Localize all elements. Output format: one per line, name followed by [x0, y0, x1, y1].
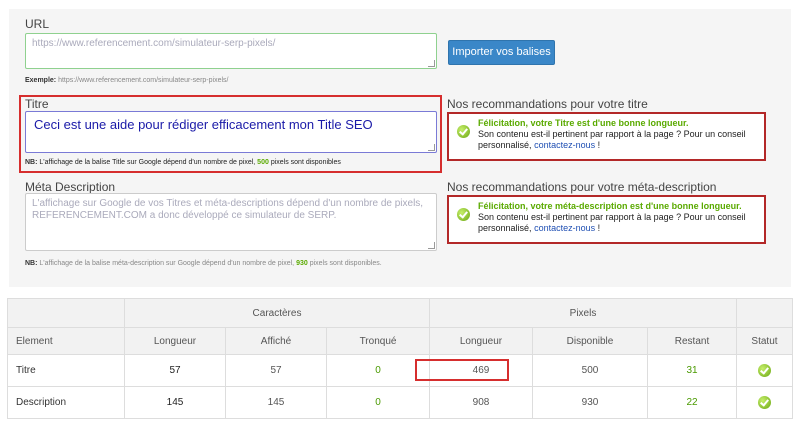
col-char-truncated: Tronqué: [326, 327, 430, 355]
check-icon: [758, 364, 771, 377]
meta-available-pixels: 930: [296, 260, 308, 267]
note-text: L'affichage de la balise Title sur Googl…: [39, 159, 256, 166]
col-char-displayed: Affiché: [225, 327, 327, 355]
note-text: L'affichage de la balise méta-descriptio…: [39, 260, 295, 267]
recommendation-strong: Félicitation, votre Titre est d'une bonn…: [478, 118, 689, 128]
note-suffix: pixels sont disponibles.: [309, 260, 382, 267]
row-status: [736, 386, 793, 419]
recommendation-text: Son contenu est-il pertinent par rapport…: [478, 129, 746, 150]
meta-label: Méta Description: [25, 180, 116, 194]
col-px-available: Disponible: [532, 327, 648, 355]
meta-description-input[interactable]: L'affichage sur Google de vos Titres et …: [25, 193, 437, 251]
recommendation-end: !: [595, 140, 601, 150]
title-label: Titre: [25, 97, 49, 111]
example-label: Exemple:: [25, 77, 57, 84]
check-icon: [758, 396, 771, 409]
title-input[interactable]: Ceci est une aide pour rédiger efficacem…: [25, 111, 437, 153]
example-value: https://www.referencement.com/simulateur…: [58, 77, 229, 84]
px-available: 930: [532, 386, 648, 419]
char-displayed: 57: [225, 354, 327, 387]
col-element: Element: [7, 327, 125, 355]
char-truncated: 0: [326, 386, 430, 419]
col-px-remaining: Restant: [647, 327, 737, 355]
table-group-empty: [7, 298, 125, 328]
char-displayed: 145: [225, 386, 327, 419]
recommendation-strong: Félicitation, votre méta-description est…: [478, 201, 742, 211]
meta-note: NB: L'affichage de la balise méta-descri…: [25, 260, 382, 267]
recommendation-text: Son contenu est-il pertinent par rapport…: [478, 212, 746, 233]
title-note: NB: L'affichage de la balise Title sur G…: [25, 159, 341, 166]
row-element: Description: [7, 386, 125, 419]
px-remaining: 22: [647, 386, 737, 419]
url-example: Exemple: https://www.referencement.com/s…: [25, 77, 228, 84]
title-recommendation-box: Félicitation, votre Titre est d'une bonn…: [447, 112, 766, 161]
col-px-length: Longueur: [429, 327, 533, 355]
contact-link[interactable]: contactez-nous: [534, 223, 595, 233]
row-element: Titre: [7, 354, 125, 387]
import-tags-button[interactable]: Importer vos balises: [448, 40, 555, 65]
note-prefix: NB:: [25, 159, 38, 166]
results-table: Caractères Pixels Element Longueur Affic…: [7, 298, 793, 419]
pixel-length-highlight: [415, 359, 509, 381]
px-available: 500: [532, 354, 648, 387]
group-characters: Caractères: [124, 298, 430, 328]
meta-placeholder: L'affichage sur Google de vos Titres et …: [32, 198, 424, 221]
check-icon: [457, 208, 470, 221]
meta-recommendation-heading: Nos recommandations pour votre méta-desc…: [447, 180, 717, 194]
resize-handle-icon[interactable]: [428, 60, 435, 67]
title-recommendation-heading: Nos recommandations pour votre titre: [447, 97, 648, 111]
row-status: [736, 354, 793, 387]
char-length: 145: [124, 386, 226, 419]
resize-handle-icon[interactable]: [428, 242, 435, 249]
col-char-length: Longueur: [124, 327, 226, 355]
contact-link[interactable]: contactez-nous: [534, 140, 595, 150]
table-row: Description 145 145 0 908 930 22: [7, 386, 793, 419]
url-input[interactable]: https://www.referencement.com/simulateur…: [25, 33, 437, 69]
group-pixels: Pixels: [429, 298, 737, 328]
px-length: 908: [429, 386, 533, 419]
col-status: Statut: [736, 327, 793, 355]
resize-handle-icon[interactable]: [428, 144, 435, 151]
meta-recommendation-box: Félicitation, votre méta-description est…: [447, 195, 766, 244]
recommendation-end: !: [595, 223, 601, 233]
url-label: URL: [25, 17, 50, 31]
check-icon: [457, 125, 470, 138]
char-length: 57: [124, 354, 226, 387]
table-group-empty: [736, 298, 793, 328]
title-value: Ceci est une aide pour rédiger efficacem…: [34, 117, 373, 132]
table-row: Titre 57 57 0 469 500 31: [7, 354, 793, 387]
title-available-pixels: 500: [257, 159, 269, 166]
px-remaining: 31: [647, 354, 737, 387]
note-prefix: NB:: [25, 260, 38, 267]
url-placeholder: https://www.referencement.com/simulateur…: [32, 38, 276, 49]
note-suffix: pixels sont disponibles: [270, 159, 341, 166]
